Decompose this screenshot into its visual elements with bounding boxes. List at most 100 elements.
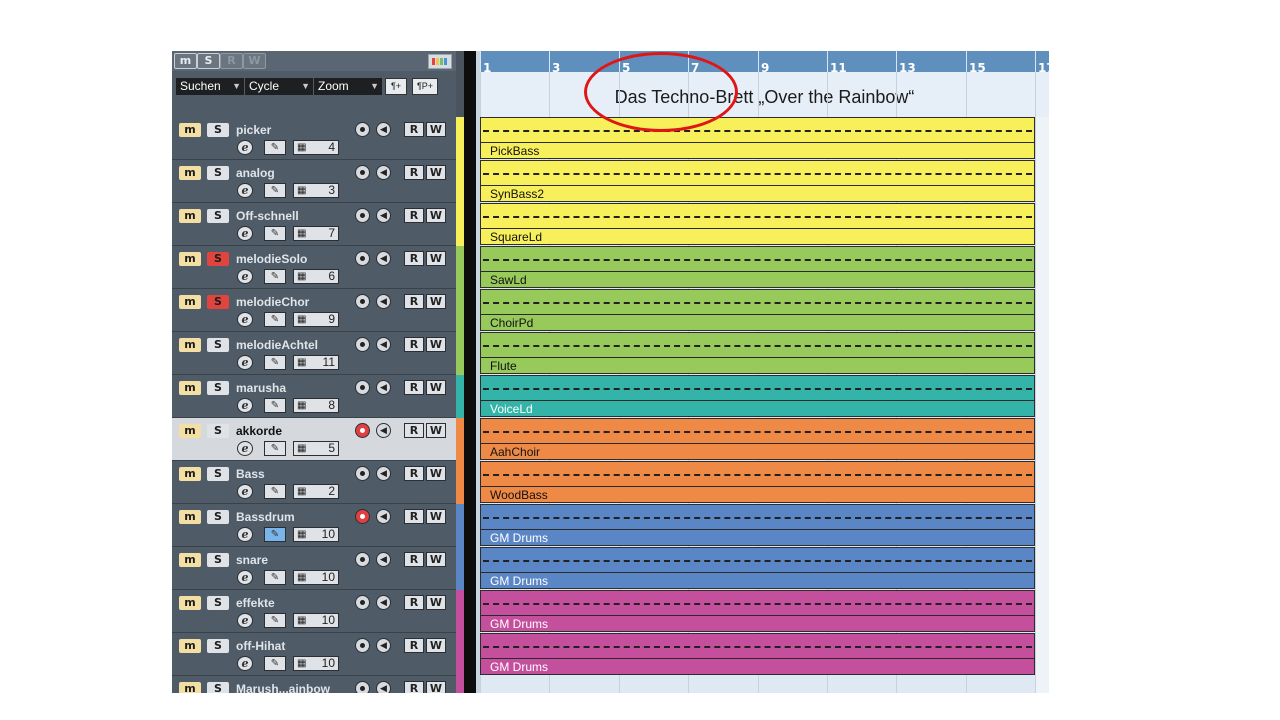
mute-button[interactable]: m [179,424,201,438]
track-row[interactable]: m S Off-schnell ◀ R We ✎ ▦ 7 [172,203,456,246]
pencil-icon[interactable]: ✎ [264,613,286,628]
midi-channel-field[interactable]: ▦ 6 [293,269,339,284]
midi-channel-field[interactable]: ▦ 8 [293,398,339,413]
midi-part[interactable]: VoiceLd [480,375,1035,417]
read-automation-button[interactable]: R [404,466,424,481]
pencil-icon[interactable]: ✎ [264,355,286,370]
track-name[interactable]: Marush...ainbow [236,682,330,693]
midi-part[interactable]: ChoirPd [480,289,1035,331]
track-name[interactable]: Bass [236,467,265,481]
edit-instrument-icon[interactable]: e [237,656,253,671]
track-row[interactable]: m Ssnare ◀ R We ✎ ▦ 10 [172,547,456,590]
read-automation-button[interactable]: R [404,638,424,653]
write-automation-button[interactable]: W [426,165,446,180]
edit-instrument-icon[interactable]: e [237,398,253,413]
edit-instrument-icon[interactable]: e [237,613,253,628]
track-row[interactable]: mSMarush...ainbow◀RWe✎▦ [172,676,456,693]
track-name[interactable]: Bassdrum [236,510,295,524]
global-mute-button[interactable]: m [174,53,197,69]
solo-button[interactable]: S [207,639,229,653]
read-automation-button[interactable]: R [404,552,424,567]
mute-button[interactable]: m [179,596,201,610]
read-automation-button[interactable]: R [404,509,424,524]
track-row[interactable]: m Sakkorde ◀ R We ✎ ▦ 5 [172,418,456,461]
pencil-icon[interactable]: ✎ [264,570,286,585]
solo-button[interactable]: S [207,166,229,180]
solo-button[interactable]: S [207,338,229,352]
write-automation-button[interactable]: W [426,294,446,309]
cycle-select[interactable]: Cycle ▼ [245,78,313,95]
add-multiple-tracks-button[interactable]: ¶P+ [412,78,438,95]
solo-button[interactable]: S [207,553,229,567]
solo-button[interactable]: S [207,467,229,481]
write-automation-button[interactable]: W [426,208,446,223]
monitor-icon[interactable]: ◀ [376,681,391,693]
record-enable-icon[interactable] [355,638,370,653]
write-automation-button[interactable]: W [426,509,446,524]
write-automation-button[interactable]: W [426,466,446,481]
mute-button[interactable]: m [179,381,201,395]
track-name[interactable]: melodieSolo [236,252,307,266]
edit-instrument-icon[interactable]: e [237,355,253,370]
write-automation-button[interactable]: W [426,337,446,352]
midi-part[interactable]: GM Drums [480,504,1035,546]
pencil-icon[interactable]: ✎ [264,312,286,327]
track-name[interactable]: analog [236,166,275,180]
midi-channel-field[interactable]: ▦ 10 [293,570,339,585]
track-colors-icon[interactable] [428,54,452,69]
track-name[interactable]: melodieAchtel [236,338,318,352]
midi-part[interactable]: Flute [480,332,1035,374]
track-name[interactable]: snare [236,553,268,567]
midi-channel-field[interactable]: ▦ 10 [293,656,339,671]
track-row[interactable]: m Spicker ◀ R We ✎ ▦ 4 [172,117,456,160]
midi-channel-field[interactable]: ▦ 7 [293,226,339,241]
mute-button[interactable]: m [179,553,201,567]
pencil-icon[interactable]: ✎ [264,226,286,241]
midi-channel-field[interactable]: ▦ 2 [293,484,339,499]
midi-part[interactable]: SquareLd [480,203,1035,245]
monitor-icon[interactable]: ◀ [376,423,391,438]
read-automation-button[interactable]: R [404,208,424,223]
record-enable-icon[interactable] [355,165,370,180]
track-name[interactable]: marusha [236,381,286,395]
record-enable-icon[interactable] [355,380,370,395]
solo-button[interactable]: S [207,381,229,395]
pencil-icon[interactable]: ✎ [264,484,286,499]
midi-part[interactable]: GM Drums [480,633,1035,675]
midi-channel-field[interactable]: ▦ 11 [293,355,339,370]
mute-button[interactable]: m [179,510,201,524]
track-name[interactable]: Off-schnell [236,209,299,223]
edit-instrument-icon[interactable]: e [237,312,253,327]
mute-button[interactable]: m [179,639,201,653]
solo-button[interactable]: S [207,510,229,524]
record-enable-icon[interactable] [355,294,370,309]
monitor-icon[interactable]: ◀ [376,509,391,524]
zoom-select[interactable]: Zoom ▼ [314,78,382,95]
write-automation-button[interactable]: W [426,423,446,438]
monitor-icon[interactable]: ◀ [376,595,391,610]
read-automation-button[interactable]: R [404,595,424,610]
record-enable-icon[interactable] [355,337,370,352]
mute-button[interactable]: m [179,123,201,137]
track-name[interactable]: melodieChor [236,295,309,309]
track-name[interactable]: off-Hihat [236,639,285,653]
solo-button[interactable]: S [207,295,229,309]
solo-button[interactable]: S [207,209,229,223]
monitor-icon[interactable]: ◀ [376,638,391,653]
track-name[interactable]: akkorde [236,424,282,438]
solo-button[interactable]: S [207,424,229,438]
write-automation-button[interactable]: W [426,552,446,567]
mute-button[interactable]: m [179,338,201,352]
edit-instrument-icon[interactable]: e [237,441,253,456]
edit-instrument-icon[interactable]: e [237,570,253,585]
monitor-icon[interactable]: ◀ [376,122,391,137]
edit-instrument-icon[interactable]: e [237,484,253,499]
record-enable-icon[interactable] [355,423,370,438]
solo-button[interactable]: S [207,596,229,610]
read-automation-button[interactable]: R [404,337,424,352]
midi-channel-field[interactable]: ▦ 3 [293,183,339,198]
track-row[interactable]: m Sanalog ◀ R We ✎ ▦ 3 [172,160,456,203]
monitor-icon[interactable]: ◀ [376,380,391,395]
mute-button[interactable]: m [179,295,201,309]
pencil-icon[interactable]: ✎ [264,656,286,671]
